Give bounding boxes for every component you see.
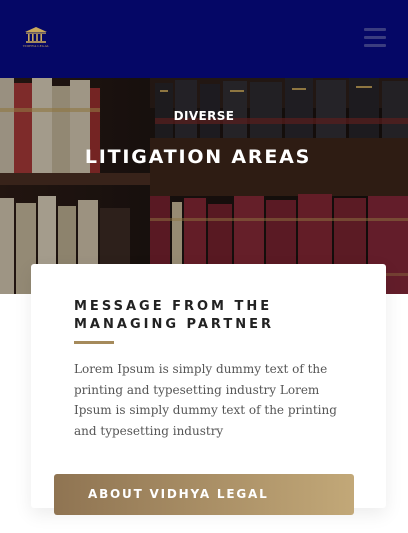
brand-logo[interactable]: VIDHYA LEGAL: [22, 25, 50, 53]
hero-eyebrow: DIVERSE: [173, 109, 235, 123]
heading-underline: [74, 341, 114, 344]
top-navbar: VIDHYA LEGAL: [0, 0, 408, 78]
hero-banner: DIVERSE LITIGATION AREAS: [0, 78, 408, 294]
courthouse-icon: [25, 27, 47, 43]
hero-title: LITIGATION AREAS: [84, 146, 312, 168]
message-card: MESSAGE FROM THE MANAGING PARTNER Lorem …: [31, 264, 386, 508]
card-heading: MESSAGE FROM THE MANAGING PARTNER: [74, 299, 274, 332]
card-body-text: Lorem Ipsum is simply dummy text of the …: [74, 362, 337, 438]
logo-text: VIDHYA LEGAL: [22, 44, 50, 48]
hamburger-menu-icon[interactable]: [364, 28, 386, 50]
about-vidhya-legal-button[interactable]: ABOUT VIDHYA LEGAL: [54, 474, 354, 515]
